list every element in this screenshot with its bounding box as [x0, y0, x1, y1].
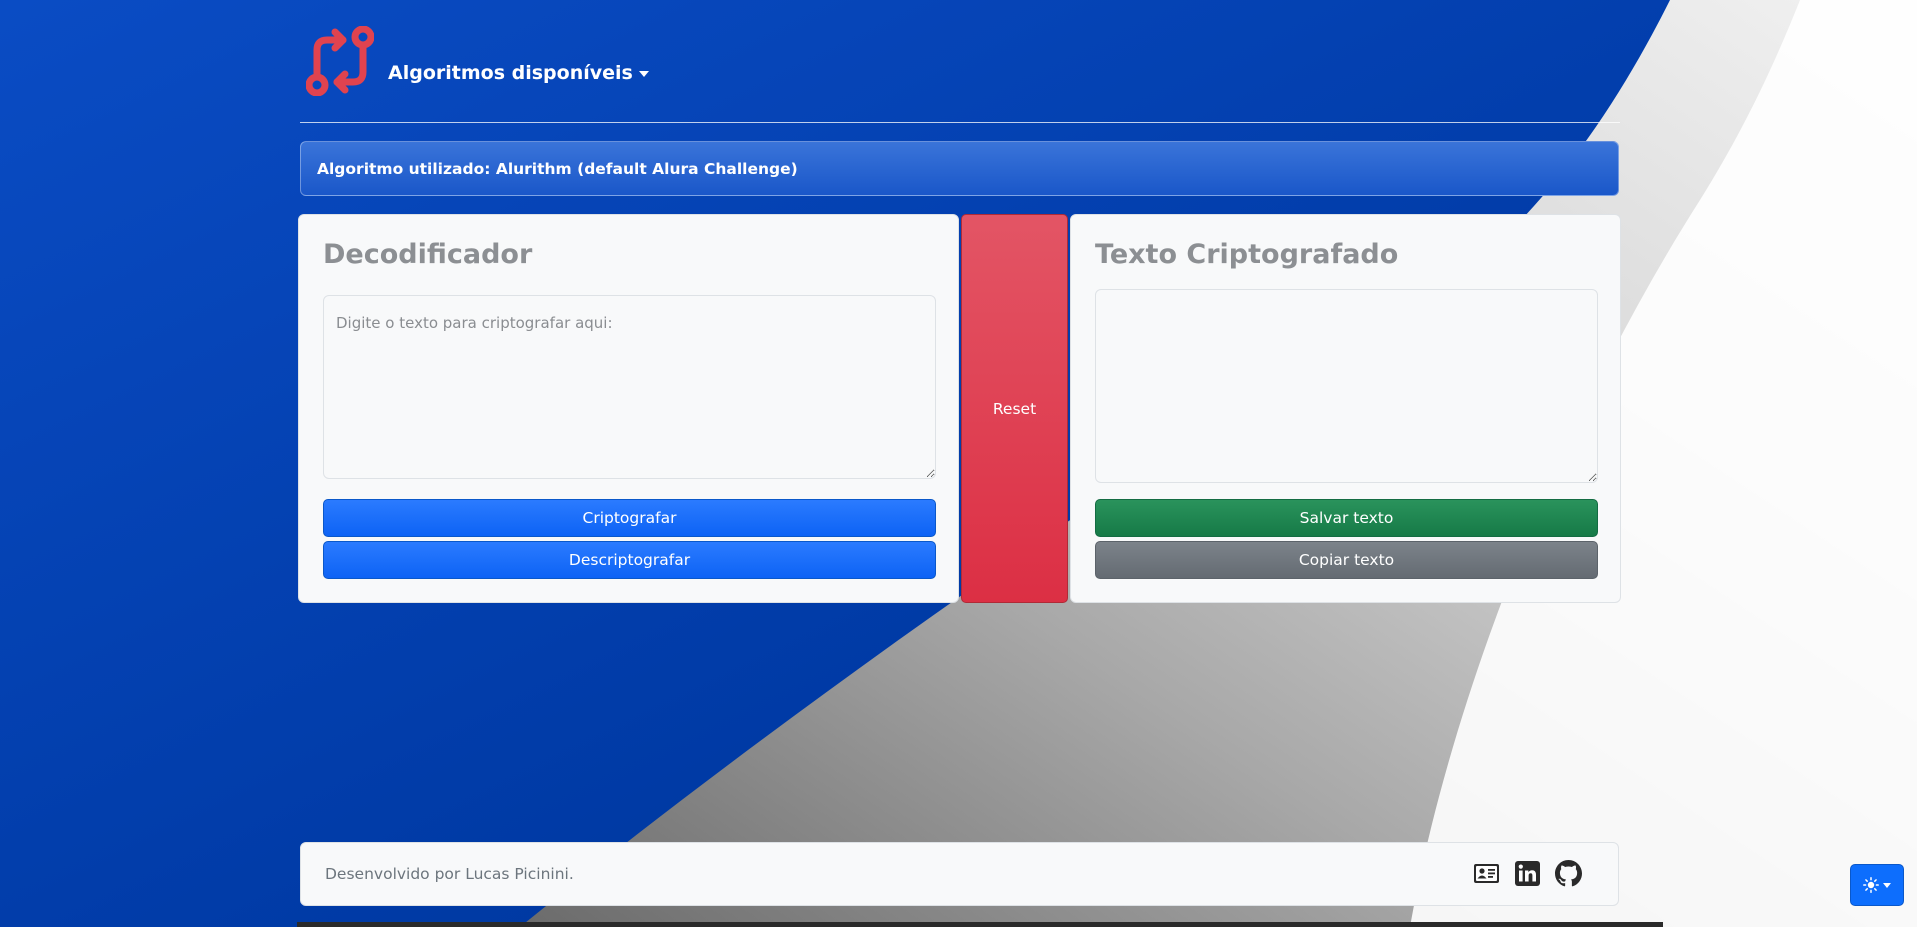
footer-credit: Desenvolvido por Lucas Picinini.: [325, 865, 574, 883]
github-icon[interactable]: [1555, 860, 1582, 887]
save-text-button[interactable]: Salvar texto: [1095, 499, 1598, 537]
theme-toggle-button[interactable]: [1850, 864, 1904, 906]
decrypt-button[interactable]: Descriptografar: [323, 541, 936, 579]
git-compare-icon[interactable]: [306, 26, 374, 96]
navbar-divider: [300, 122, 1620, 123]
decoder-title: Decodificador: [323, 239, 533, 270]
linkedin-icon[interactable]: [1514, 860, 1541, 887]
navbar: Algoritmos disponíveis: [300, 20, 1620, 122]
encrypt-button[interactable]: Criptografar: [323, 499, 936, 537]
output-card: Texto Criptografado Salvar texto Copiar …: [1070, 214, 1621, 603]
sun-icon: [1863, 877, 1879, 893]
decoder-card: Decodificador Criptografar Descriptograf…: [298, 214, 959, 603]
ciphertext-output[interactable]: [1095, 289, 1598, 483]
reset-button-label: Reset: [992, 399, 1037, 418]
algorithms-dropdown[interactable]: Algoritmos disponíveis: [388, 62, 649, 84]
id-card-icon[interactable]: [1473, 860, 1500, 887]
algorithms-dropdown-label: Algoritmos disponíveis: [388, 62, 633, 84]
copy-text-button[interactable]: Copiar texto: [1095, 541, 1598, 579]
reset-button[interactable]: Reset: [961, 214, 1068, 603]
bottom-edge: [297, 922, 1663, 927]
algorithm-alert: Algoritmo utilizado: Alurithm (default A…: [300, 141, 1619, 196]
footer-links: [1473, 860, 1582, 887]
footer: Desenvolvido por Lucas Picinini.: [300, 842, 1619, 906]
plaintext-input[interactable]: [323, 295, 936, 479]
caret-down-icon: [638, 71, 649, 77]
caret-down-icon: [1883, 882, 1891, 888]
output-title: Texto Criptografado: [1095, 239, 1399, 270]
algorithm-alert-text: Algoritmo utilizado: Alurithm (default A…: [317, 159, 798, 178]
